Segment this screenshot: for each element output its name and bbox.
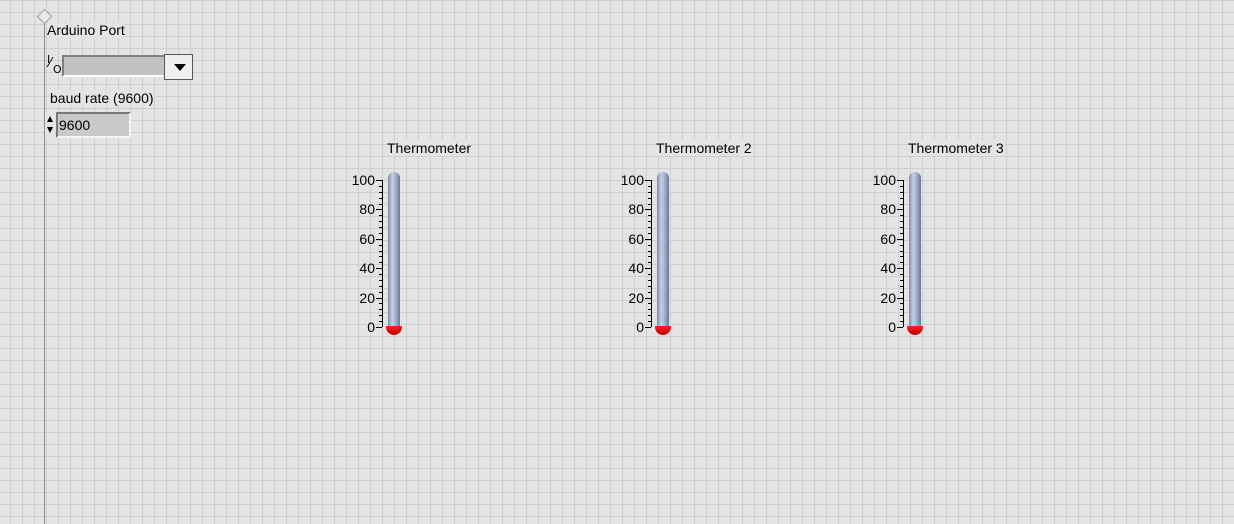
tick-label: 60: [880, 230, 896, 247]
io-glyph-slash: ⁄: [49, 56, 52, 71]
io-resource-icon: I ⁄ O: [44, 52, 62, 81]
thermometer-title: Thermometer: [387, 140, 472, 156]
arduino-port-label: Arduino Port: [47, 22, 125, 38]
thermometer-tube: [657, 172, 669, 327]
io-glyph-bottom: O: [53, 63, 62, 76]
tick-label: 80: [880, 201, 896, 218]
port-dropdown-button[interactable]: [164, 54, 193, 80]
mercury-bulb: [655, 326, 671, 335]
mercury-bulb: [386, 326, 402, 335]
tick-label: 60: [628, 230, 644, 247]
baud-rate-spinner[interactable]: [45, 112, 55, 138]
baud-rate-input[interactable]: 9600: [56, 112, 131, 138]
major-tick: [376, 327, 382, 328]
tick-label: 40: [880, 260, 896, 277]
increment-arrow-icon[interactable]: [47, 116, 53, 122]
major-tick: [897, 327, 903, 328]
thermometer-tube: [388, 172, 400, 327]
tick-label: 40: [359, 260, 375, 277]
tick-label: 60: [359, 230, 375, 247]
tick-label: 0: [367, 319, 375, 335]
tick-label: 0: [888, 319, 896, 335]
tick-label: 20: [880, 289, 896, 306]
baud-rate-label: baud rate (9600): [50, 90, 154, 106]
tick-label: 0: [636, 319, 644, 335]
thermometer-title: Thermometer 3: [908, 140, 1004, 156]
thermometer-3: Thermometer 3 100 80 60 40 20 0: [866, 140, 1046, 350]
thermometer-title: Thermometer 2: [656, 140, 752, 156]
chevron-down-icon: [174, 64, 186, 71]
major-tick: [645, 327, 651, 328]
tick-label: 100: [351, 172, 375, 188]
scale-axis: [651, 180, 652, 327]
baud-rate-control[interactable]: 9600: [45, 111, 131, 140]
mercury-bulb: [907, 326, 923, 335]
thermometer-2: Thermometer 2 100 80 60 40 20 0: [614, 140, 794, 350]
tick-label: 20: [628, 289, 644, 306]
tick-label: 100: [872, 172, 896, 188]
tick-label: 20: [359, 289, 375, 306]
thermometer-tube: [909, 172, 921, 327]
tick-label: 80: [359, 201, 375, 218]
scale-axis: [903, 180, 904, 327]
scale-axis: [382, 180, 383, 327]
tick-label: 100: [620, 172, 644, 188]
decrement-arrow-icon[interactable]: [47, 127, 53, 133]
panel-origin-line: [44, 12, 45, 524]
thermometer-1: Thermometer 100 80 60 40 20 0: [345, 140, 525, 350]
tick-label: 40: [628, 260, 644, 277]
tick-label: 80: [628, 201, 644, 218]
